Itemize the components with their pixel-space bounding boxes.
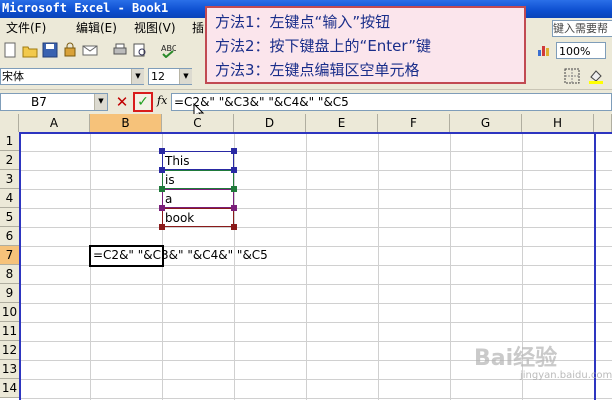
watermark-logo: Bai经验 [474, 346, 558, 371]
column-header-i[interactable] [594, 114, 612, 132]
grid-line [19, 398, 612, 399]
range-handle[interactable] [231, 148, 237, 154]
menu-view[interactable]: 视图(V) [134, 20, 176, 36]
font-value: 宋体 [2, 70, 24, 83]
font-dropdown-icon[interactable]: ▼ [131, 69, 144, 84]
new-icon[interactable] [2, 42, 18, 58]
help-search-input[interactable]: 键入需要帮 [552, 20, 612, 37]
range-highlight-c4 [162, 189, 234, 208]
range-handle[interactable] [231, 186, 237, 192]
cell-c3[interactable]: is [165, 171, 175, 190]
cell-b7-editing[interactable]: =C2&" "&C3&" "&C4&" "&C5 [93, 246, 268, 265]
window-title: Microsoft Excel - Book1 [2, 1, 169, 15]
instruction-callout: 方法1：左键点“输入”按钮 方法2：按下键盘上的“Enter”键 方法3：左键点… [205, 6, 526, 84]
cell-c2[interactable]: This [165, 152, 190, 171]
print-preview-icon[interactable] [132, 42, 148, 58]
name-box-dropdown-icon[interactable]: ▼ [94, 94, 107, 110]
column-header-e[interactable]: E [306, 114, 378, 132]
row-header-10[interactable]: 10 [0, 303, 19, 322]
row-header-5[interactable]: 5 [0, 208, 19, 227]
sheet-edit-border [19, 132, 612, 134]
menu-edit[interactable]: 编辑(E) [76, 20, 117, 36]
zoom-select[interactable]: 100% [556, 42, 606, 59]
range-handle[interactable] [231, 224, 237, 230]
row-header-13[interactable]: 13 [0, 360, 19, 379]
watermark-url: jingyan.baidu.com [520, 370, 612, 381]
sheet-edit-border [19, 132, 21, 400]
grid-line [19, 170, 612, 171]
range-handle[interactable] [231, 167, 237, 173]
row-header-12[interactable]: 12 [0, 341, 19, 360]
row-header-7[interactable]: 7 [0, 246, 19, 265]
spelling-icon[interactable]: ABC [160, 42, 178, 59]
email-icon[interactable] [82, 42, 98, 58]
save-icon[interactable] [42, 42, 58, 58]
enter-button[interactable]: ✓ [133, 92, 153, 112]
sheet-edit-border [594, 132, 596, 400]
cell-c5[interactable]: book [165, 209, 194, 228]
callout-line-1: 方法1：左键点“输入”按钮 [215, 13, 391, 31]
row-header-14[interactable]: 14 [0, 379, 19, 398]
row-header-9[interactable]: 9 [0, 284, 19, 303]
row-header-2[interactable]: 2 [0, 151, 19, 170]
borders-icon[interactable] [564, 68, 580, 84]
row-header-4[interactable]: 4 [0, 189, 19, 208]
column-header-d[interactable]: D [234, 114, 306, 132]
grid-line [19, 189, 612, 190]
chart-wizard-icon[interactable] [536, 42, 552, 58]
column-header-a[interactable]: A [19, 114, 90, 132]
permission-icon[interactable] [62, 42, 78, 58]
row-header-1[interactable]: 1 [0, 132, 19, 151]
font-size-value: 12 [151, 70, 165, 83]
grid-line [19, 322, 612, 323]
column-header-c[interactable]: C [162, 114, 234, 132]
row-header-8[interactable]: 8 [0, 265, 19, 284]
column-header-g[interactable]: G [450, 114, 522, 132]
column-header-b[interactable]: B [90, 114, 162, 132]
print-icon[interactable] [112, 42, 128, 58]
grid-line [19, 208, 612, 209]
fill-color-icon[interactable] [588, 68, 604, 84]
name-box[interactable]: B7 [0, 93, 108, 111]
font-size-dropdown-icon[interactable]: ▼ [179, 69, 192, 84]
grid-line [19, 284, 612, 285]
insert-function-button[interactable]: fx [157, 94, 167, 107]
cell-c4[interactable]: a [165, 190, 172, 209]
menu-file[interactable]: 文件(F) [6, 20, 46, 36]
column-header-h[interactable]: H [522, 114, 594, 132]
grid-line [19, 151, 612, 152]
row-header-3[interactable]: 3 [0, 170, 19, 189]
open-folder-icon[interactable] [22, 42, 38, 58]
cancel-icon[interactable]: ✕ [114, 93, 130, 111]
row-header-11[interactable]: 11 [0, 322, 19, 341]
callout-line-3: 方法3：左键点编辑区空单元格 [215, 61, 420, 79]
grid-line [19, 303, 612, 304]
row-header-6[interactable]: 6 [0, 227, 19, 246]
select-all-corner[interactable] [0, 114, 19, 132]
range-handle[interactable] [231, 205, 237, 211]
callout-line-2: 方法2：按下键盘上的“Enter”键 [215, 37, 431, 55]
grid-line [19, 227, 612, 228]
font-select[interactable]: 宋体 [0, 68, 144, 85]
menu-insert[interactable]: 插 [192, 20, 204, 36]
svg-text:ABC: ABC [161, 44, 176, 53]
formula-input[interactable]: =C2&" "&C3&" "&C4&" "&C5 [171, 93, 612, 111]
column-header-f[interactable]: F [378, 114, 450, 132]
